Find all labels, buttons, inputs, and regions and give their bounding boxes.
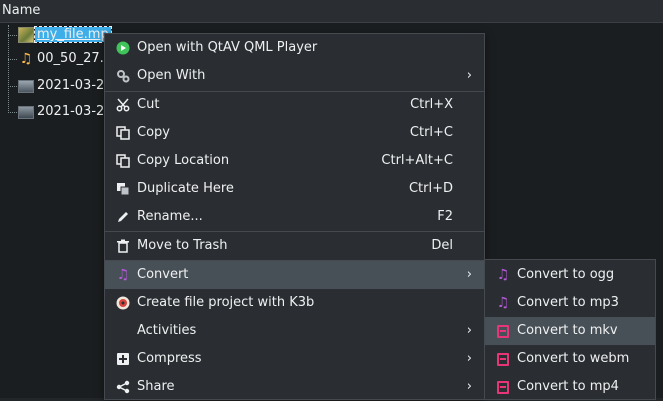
shortcut-label: F2 — [437, 209, 453, 224]
menu-item-label: Rename... — [137, 209, 203, 224]
menu-item-convert[interactable]: ♫ Convert › — [105, 261, 484, 289]
menu-item-share[interactable]: Share › — [105, 373, 484, 401]
film-icon — [495, 323, 511, 339]
copy-icon — [115, 153, 131, 169]
duplicate-icon — [115, 181, 131, 197]
menu-item-compress[interactable]: Compress › — [105, 345, 484, 373]
menu-item-label: Copy — [137, 125, 170, 140]
submenu-item-label: Convert to mp4 — [517, 379, 619, 394]
submenu-item-convert-to-mkv[interactable]: Convert to mkv — [485, 317, 655, 345]
film-icon — [495, 351, 511, 367]
menu-item-label: Open with QtAV QML Player — [137, 40, 318, 55]
menu-item-label: Share — [137, 379, 175, 394]
play-circle-icon — [115, 40, 131, 56]
submenu-item-label: Convert to webm — [517, 351, 630, 366]
shortcut-label: Ctrl+Alt+C — [381, 153, 453, 168]
image-thumbnail-icon — [18, 104, 34, 120]
share-icon — [115, 379, 131, 395]
music-note-icon: ♫ — [116, 267, 130, 283]
shortcut-label: Del — [431, 238, 453, 253]
menu-item-label: Move to Trash — [137, 238, 228, 253]
submenu-item-convert-to-mp3[interactable]: ♫ Convert to mp3 — [485, 289, 655, 317]
trash-icon — [115, 238, 131, 254]
menu-item-open-with[interactable]: Open With › — [105, 62, 484, 90]
context-menu: Open with QtAV QML Player Open With › Cu… — [104, 33, 485, 400]
tree-branch-line — [8, 59, 17, 60]
file-name[interactable]: my_file.mp — [34, 26, 112, 43]
tree-branch-line — [8, 86, 17, 87]
music-note-icon: ♫ — [496, 295, 510, 311]
submenu-item-convert-to-mp4[interactable]: Convert to mp4 — [485, 373, 655, 401]
compress-icon — [115, 351, 131, 367]
tree-branch-line — [8, 112, 17, 113]
gears-icon — [115, 68, 131, 84]
menu-item-label: Cut — [137, 97, 160, 112]
menu-item-label: Compress — [137, 351, 202, 366]
menu-item-activities[interactable]: Activities › — [105, 317, 484, 345]
image-thumbnail-icon — [18, 78, 34, 94]
music-note-icon: ♫ — [19, 51, 33, 67]
tree-branch-line — [8, 35, 17, 36]
menu-item-label: Open With — [137, 68, 206, 83]
chevron-right-icon: › — [466, 267, 472, 282]
submenu-item-label: Convert to mkv — [517, 323, 618, 338]
menu-item-open-with-qtav[interactable]: Open with QtAV QML Player — [105, 34, 484, 62]
column-header[interactable]: Name — [0, 0, 663, 23]
film-icon — [495, 379, 511, 395]
shortcut-label: Ctrl+C — [409, 125, 453, 140]
submenu-item-label: Convert to ogg — [517, 267, 615, 282]
file-name[interactable]: 2021-03-24 — [37, 104, 113, 119]
submenu-item-convert-to-webm[interactable]: Convert to webm — [485, 345, 655, 373]
shortcut-label: Ctrl+D — [408, 181, 453, 196]
menu-item-label: Copy Location — [137, 153, 230, 168]
name-column-label: Name — [2, 3, 41, 18]
menu-item-label: Activities — [137, 323, 197, 338]
pencil-icon — [115, 209, 131, 225]
chevron-right-icon: › — [466, 351, 472, 366]
chevron-right-icon: › — [466, 323, 472, 338]
menu-item-copy-location[interactable]: Copy Location Ctrl+Alt+C — [105, 147, 484, 175]
video-thumbnail-icon — [18, 27, 34, 43]
menu-item-label: Convert — [137, 267, 189, 282]
k3b-icon — [115, 295, 131, 311]
menu-item-create-k3b-project[interactable]: Create file project with K3b — [105, 289, 484, 317]
menu-item-move-to-trash[interactable]: Move to Trash Del — [105, 232, 484, 260]
menu-item-rename[interactable]: Rename... F2 — [105, 203, 484, 231]
convert-submenu: ♫ Convert to ogg ♫ Convert to mp3 Conver… — [484, 259, 656, 400]
menu-item-label: Create file project with K3b — [137, 295, 315, 310]
shortcut-label: Ctrl+X — [410, 97, 453, 112]
music-note-icon: ♫ — [496, 267, 510, 283]
chevron-right-icon: › — [466, 379, 472, 394]
submenu-item-label: Convert to mp3 — [517, 295, 619, 310]
file-name[interactable]: 2021-03-24 — [37, 78, 113, 93]
copy-icon — [115, 125, 131, 141]
chevron-right-icon: › — [466, 68, 472, 83]
submenu-item-convert-to-ogg[interactable]: ♫ Convert to ogg — [485, 261, 655, 289]
menu-item-copy[interactable]: Copy Ctrl+C — [105, 119, 484, 147]
scissors-icon — [115, 97, 131, 113]
menu-item-label: Duplicate Here — [137, 181, 234, 196]
menu-item-cut[interactable]: Cut Ctrl+X — [105, 91, 484, 119]
menu-item-duplicate-here[interactable]: Duplicate Here Ctrl+D — [105, 175, 484, 203]
